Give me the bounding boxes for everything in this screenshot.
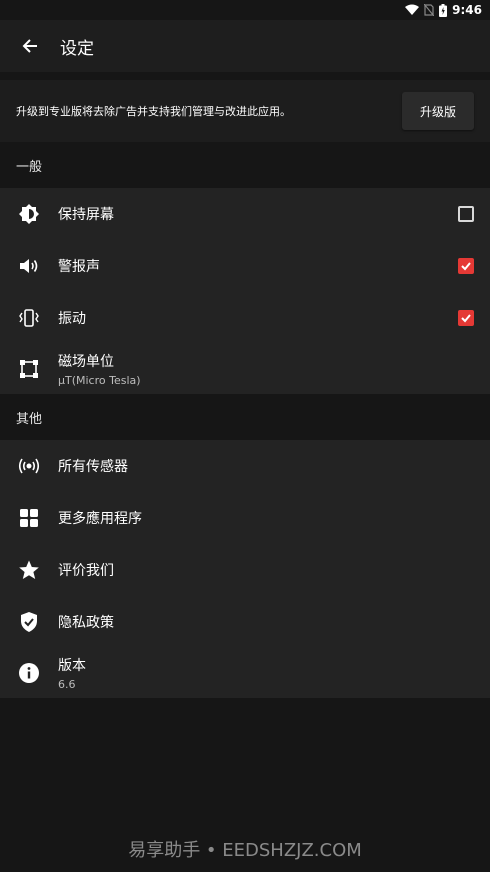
keep-screen-checkbox[interactable]	[458, 206, 474, 222]
upgrade-button[interactable]: 升级版	[402, 92, 474, 130]
section-general: 保持屏幕 警报声 振动 磁场单位 μT(Micro Tesla)	[0, 188, 490, 394]
alarm-sound-checkbox[interactable]	[458, 258, 474, 274]
speaker-icon	[20, 259, 38, 273]
wifi-icon	[405, 4, 420, 16]
vibration-checkbox[interactable]	[458, 310, 474, 326]
app-bar: 设定	[0, 20, 490, 72]
setting-alarm-sound[interactable]: 警报声	[0, 240, 490, 292]
status-bar: 9:46	[0, 0, 490, 20]
star-icon	[19, 560, 39, 579]
battery-icon	[439, 3, 448, 17]
setting-label: 警报声	[58, 259, 100, 275]
setting-label: 评价我们	[58, 563, 114, 579]
setting-vibration[interactable]: 振动	[0, 292, 490, 344]
setting-magnetic-unit[interactable]: 磁场单位 μT(Micro Tesla)	[0, 344, 490, 394]
setting-sub: 6.6	[58, 678, 76, 691]
back-button[interactable]	[0, 38, 60, 54]
check-icon	[461, 314, 471, 323]
transform-icon	[20, 360, 38, 378]
info-icon	[19, 663, 39, 683]
setting-label: 版本	[58, 658, 86, 674]
vibration-icon	[19, 309, 39, 327]
setting-privacy-policy[interactable]: 隐私政策	[0, 596, 490, 648]
upgrade-message: 升级到专业版将去除广告并支持我们管理与改进此应用。	[16, 105, 291, 118]
setting-version[interactable]: 版本 6.6	[0, 648, 490, 698]
shield-check-icon	[21, 612, 37, 632]
arrow-left-icon	[22, 39, 37, 53]
sensors-icon	[18, 458, 40, 474]
page-title: 设定	[60, 38, 94, 59]
no-sim-icon	[424, 4, 435, 16]
upgrade-banner: 升级到专业版将去除广告并支持我们管理与改进此应用。 升级版	[0, 80, 490, 142]
setting-label: 振动	[58, 311, 86, 327]
setting-label: 所有传感器	[58, 459, 128, 475]
brightness-icon	[19, 204, 39, 224]
section-header-general: 一般	[0, 142, 490, 188]
apps-grid-icon	[20, 509, 38, 527]
setting-rate-us[interactable]: 评价我们	[0, 544, 490, 596]
section-header-other: 其他	[0, 394, 490, 440]
setting-all-sensors[interactable]: 所有传感器	[0, 440, 490, 492]
setting-sub: μT(Micro Tesla)	[58, 374, 141, 387]
setting-label: 更多應用程序	[58, 511, 142, 527]
section-other: 所有传感器 更多應用程序 评价我们 隐私政策 版本 6.6	[0, 440, 490, 698]
watermark: 易享助手 • EEDSHZJZ.COM	[128, 840, 362, 861]
setting-more-apps[interactable]: 更多應用程序	[0, 492, 490, 544]
setting-label: 保持屏幕	[58, 207, 114, 223]
setting-label: 隐私政策	[58, 615, 114, 631]
check-icon	[461, 262, 471, 271]
setting-label: 磁场单位	[58, 354, 114, 370]
status-time: 9:46	[452, 3, 482, 17]
setting-keep-screen[interactable]: 保持屏幕	[0, 188, 490, 240]
